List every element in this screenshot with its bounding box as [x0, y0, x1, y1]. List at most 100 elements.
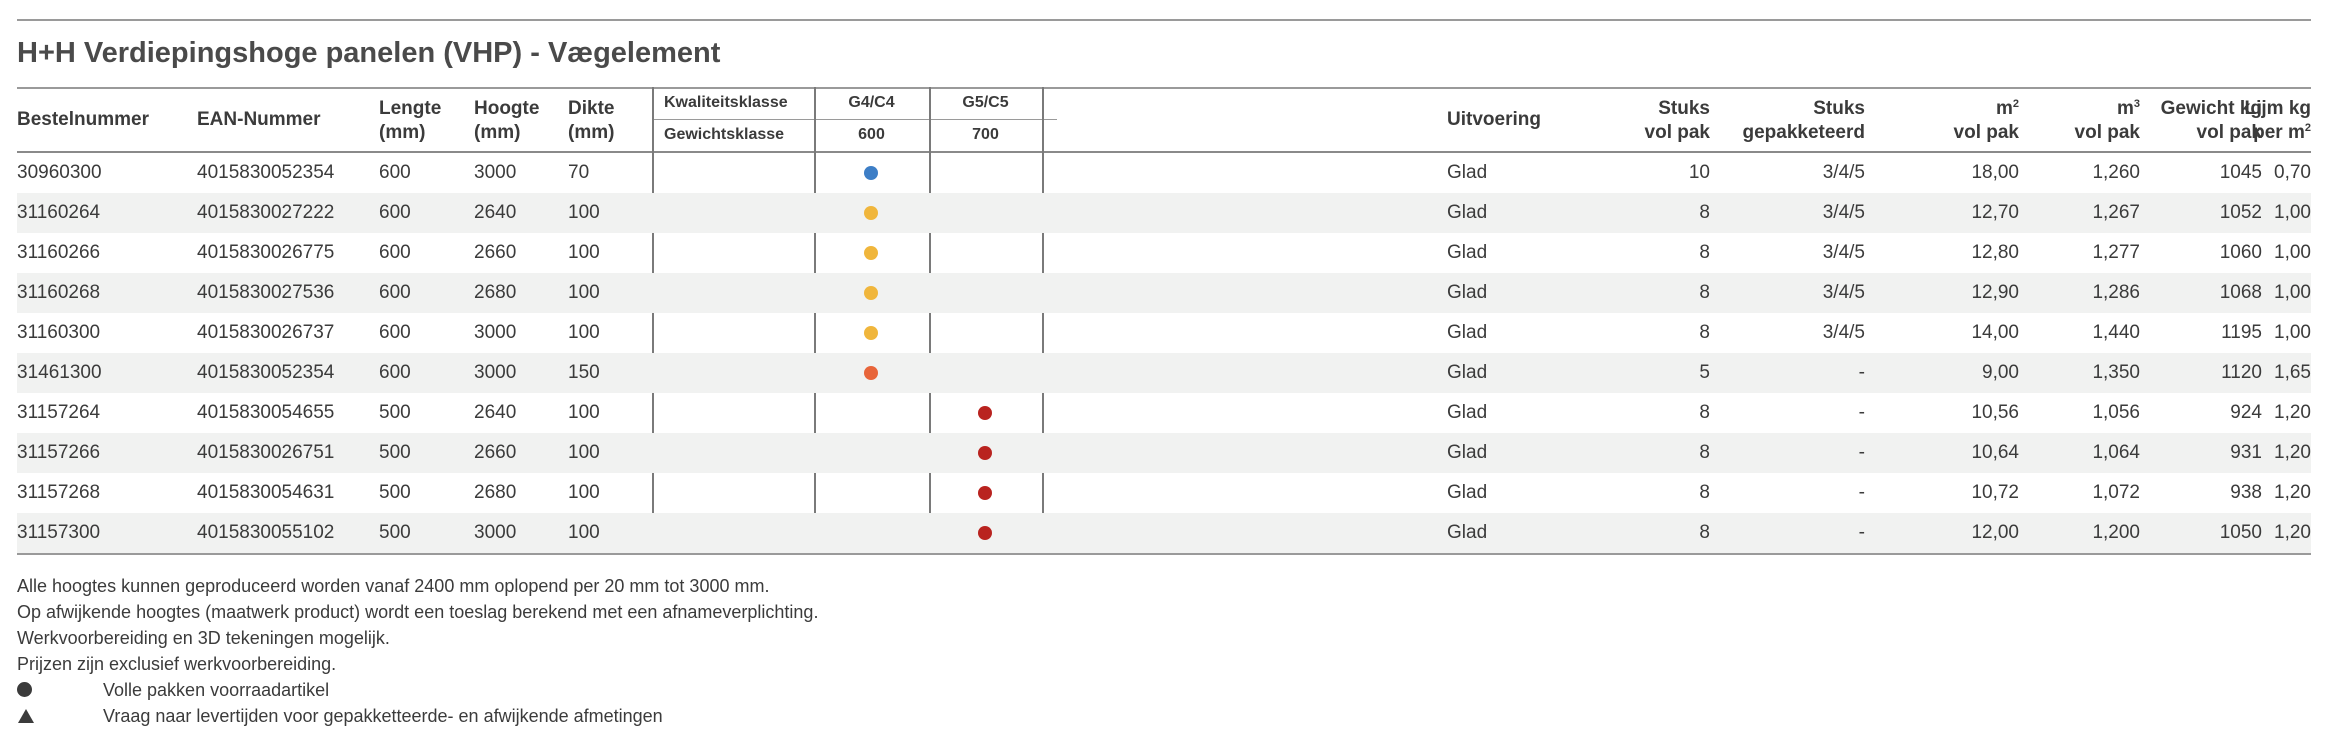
- cell-m3: 1,350: [2092, 362, 2140, 383]
- cell-m3: 1,064: [2092, 442, 2140, 463]
- g4-class-dot-icon: [864, 286, 878, 300]
- cell-hoogte: 2660: [474, 442, 517, 463]
- cell-ean: 4015830027536: [197, 282, 335, 303]
- cell-ean: 4015830026751: [197, 442, 335, 463]
- cell-m2: 10,64: [1971, 442, 2019, 463]
- cell-stuks-vol: 8: [1699, 442, 1710, 463]
- header-lijm: Lijm kg per m2: [2244, 98, 2311, 143]
- cell-dikte: 70: [568, 162, 590, 183]
- cell-ean: 4015830054655: [197, 402, 335, 423]
- cell-lengte: 600: [379, 282, 411, 303]
- g4-class-dot-icon: [864, 166, 878, 180]
- header-g5: G5/C5: [962, 94, 1009, 111]
- header-lengte: Lengte (mm): [379, 98, 442, 143]
- cell-uitvoering: Glad: [1447, 202, 1488, 223]
- table-row: 31160264 4015830027222 600 2640 100 Glad 8 3/4/…: [17, 193, 2311, 233]
- cell-gewicht: 1045: [2219, 162, 2262, 183]
- cell-bestelnummer: 31157268: [17, 482, 101, 503]
- cell-uitvoering: Glad: [1447, 282, 1488, 303]
- cell-m3: 1,200: [2092, 522, 2140, 543]
- cell-lijm: 1,00: [2274, 322, 2311, 343]
- cell-bestelnummer: 31160300: [17, 322, 101, 343]
- cell-gewicht: 1120: [2221, 362, 2262, 383]
- cell-bestelnummer: 31160266: [17, 242, 101, 263]
- cell-hoogte: 2680: [474, 282, 517, 303]
- cell-lengte: 600: [379, 362, 411, 383]
- table-bottom-rule: [17, 553, 2311, 555]
- note-line: Op afwijkende hoogtes (maatwerk product)…: [17, 602, 819, 622]
- cell-lijm: 0,70: [2274, 162, 2311, 183]
- cell-dikte: 100: [568, 242, 600, 263]
- cell-lengte: 600: [379, 162, 411, 183]
- cell-gewicht: 924: [2230, 402, 2262, 423]
- cell-lengte: 500: [379, 482, 411, 503]
- cell-stuks-vol: 8: [1699, 482, 1710, 503]
- table-row: 31160268 4015830027536 600 2680 100 Glad 8 3/4/…: [17, 273, 2311, 313]
- cell-dikte: 100: [568, 322, 600, 343]
- page-title: H+H Verdiepingshoge panelen (VHP) - Væge…: [17, 37, 721, 69]
- cell-hoogte: 2680: [474, 482, 517, 503]
- cell-lengte: 500: [379, 402, 411, 423]
- cell-stuks-gep: -: [1858, 442, 1865, 463]
- cell-dikte: 100: [568, 202, 600, 223]
- cell-uitvoering: Glad: [1447, 362, 1488, 383]
- note-line: Prijzen zijn exclusief werkvoorbereiding…: [17, 654, 337, 674]
- cell-dikte: 100: [568, 522, 600, 543]
- top-rule: [17, 19, 2311, 21]
- table-row: 31461300 4015830052354 600 3000 150 Glad 5 - 9,0…: [17, 353, 2311, 393]
- note-line: Werkvoorbereiding en 3D tekeningen mogel…: [17, 628, 390, 648]
- header-m2: m2 vol pak: [1953, 98, 2019, 143]
- g4-class-dot-icon: [864, 326, 878, 340]
- triangle-icon: [17, 703, 47, 731]
- header-m3: m3 vol pak: [2074, 98, 2140, 143]
- cell-lijm: 1,00: [2274, 282, 2311, 303]
- cell-bestelnummer: 31157264: [17, 402, 101, 423]
- cell-lijm: 1,65: [2274, 362, 2311, 383]
- cell-uitvoering: Glad: [1447, 522, 1488, 543]
- cell-gewicht: 938: [2230, 482, 2262, 503]
- cell-m3: 1,267: [2092, 202, 2140, 223]
- g5-class-dot-icon: [978, 446, 992, 460]
- header-hoogte: Hoogte (mm): [474, 98, 540, 143]
- cell-m3: 1,260: [2092, 162, 2140, 183]
- table-row: 31160266 4015830026775 600 2660 100 Glad 8 3/4/…: [17, 233, 2311, 273]
- cell-stuks-gep: -: [1858, 482, 1865, 503]
- cell-bestelnummer: 31160268: [17, 282, 101, 303]
- cell-stuks-vol: 5: [1699, 362, 1710, 383]
- cell-lijm: 1,00: [2274, 202, 2311, 223]
- cell-m3: 1,056: [2092, 402, 2140, 423]
- cell-lengte: 600: [379, 202, 411, 223]
- cell-uitvoering: Glad: [1447, 482, 1488, 503]
- cell-stuks-gep: -: [1858, 522, 1865, 543]
- cell-bestelnummer: 31157300: [17, 522, 101, 543]
- cell-stuks-gep: 3/4/5: [1822, 162, 1865, 183]
- header-g4: G4/C4: [848, 94, 895, 111]
- header-gewichtsklasse: Gewichtsklasse: [664, 126, 785, 143]
- cell-m2: 10,72: [1971, 482, 2019, 503]
- cell-hoogte: 2640: [474, 202, 517, 223]
- cell-lijm: 1,20: [2274, 522, 2311, 543]
- header-stuks-gep: Stuks gepakketeerd: [1742, 98, 1865, 143]
- cell-stuks-vol: 8: [1699, 202, 1710, 223]
- header-uitvoering: Uitvoering: [1447, 109, 1541, 130]
- cell-m3: 1,072: [2092, 482, 2140, 503]
- cell-m3: 1,440: [2092, 322, 2140, 343]
- cell-stuks-gep: -: [1858, 402, 1865, 423]
- cell-m2: 12,70: [1971, 202, 2019, 223]
- cell-stuks-vol: 10: [1688, 162, 1710, 183]
- cell-stuks-gep: -: [1858, 362, 1865, 383]
- cell-ean: 4015830052354: [197, 362, 335, 383]
- cell-m2: 12,00: [1971, 522, 2019, 543]
- cell-m3: 1,277: [2092, 242, 2140, 263]
- cell-bestelnummer: 31160264: [17, 202, 101, 223]
- cell-gewicht: 1060: [2219, 242, 2262, 263]
- cell-ean: 4015830026737: [197, 322, 335, 343]
- cell-uitvoering: Glad: [1447, 402, 1488, 423]
- cell-uitvoering: Glad: [1447, 322, 1488, 343]
- cell-m2: 10,56: [1971, 402, 2019, 423]
- cell-m2: 9,00: [1982, 362, 2019, 383]
- cell-hoogte: 2660: [474, 242, 517, 263]
- cell-stuks-vol: 8: [1699, 322, 1710, 343]
- cell-uitvoering: Glad: [1447, 162, 1488, 183]
- cell-stuks-vol: 8: [1699, 522, 1710, 543]
